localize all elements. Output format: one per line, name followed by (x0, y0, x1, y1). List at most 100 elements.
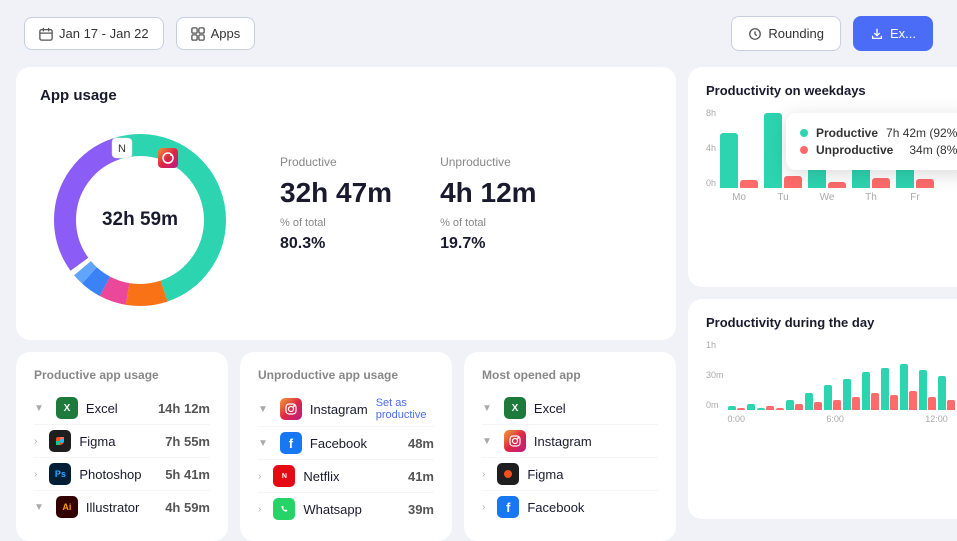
tooltip-productive-value: 7h 42m (92%) (886, 126, 957, 140)
rounding-button[interactable]: Rounding (731, 16, 841, 51)
day-bar-group (776, 408, 784, 410)
set-as-productive-button[interactable]: Set as productive (376, 397, 434, 421)
app-name: Photoshop (79, 467, 157, 482)
tooltip-unproductive-value: 34m (8%) (909, 143, 957, 157)
day-productive-bar (728, 406, 736, 410)
excel-icon: X (504, 397, 526, 419)
day-unproductive-bar (795, 404, 803, 410)
list-item: ▼ f Facebook 48m (258, 427, 434, 460)
day-productive-bar (824, 385, 832, 410)
day-bar-group (881, 368, 898, 410)
photoshop-icon: Ps (49, 463, 71, 485)
netflix-icon: N (273, 465, 295, 487)
app-name: Instagram (310, 402, 368, 417)
tooltip: Productive 7h 42m (92%) Unproductive 34m… (786, 113, 957, 170)
facebook-icon: f (280, 432, 302, 454)
apps-label: Apps (211, 26, 241, 41)
instagram-icon (280, 398, 302, 420)
day-unproductive-bar (909, 391, 917, 410)
day-bar-group (824, 385, 841, 410)
unproductive-stat: Unproductive 4h 12m % of total 19.7% (440, 155, 537, 253)
bar-group (720, 133, 758, 188)
unproductive-bar (872, 178, 890, 188)
day-chart-card: Productivity during the day 1h 30m 0m 0:… (688, 299, 957, 519)
bottom-panels: Productive app usage ▼ X Excel 14h 12m ›… (16, 352, 676, 541)
day-chart-area: 1h 30m 0m 0:00 6:00 12:00 18:00 24: (706, 340, 957, 424)
chevron-down-icon: ▼ (34, 502, 44, 513)
day-productive-bar (757, 408, 765, 410)
figma-icon (497, 463, 519, 485)
donut-chart: N (40, 120, 240, 320)
day-unproductive-bar (890, 395, 898, 410)
weekday-chart-card: Productivity on weekdays 8h 4h 0h MoTuWe… (688, 67, 957, 287)
x-label: Th (852, 192, 890, 203)
app-time: 39m (408, 502, 434, 517)
app-usage-title: App usage (40, 87, 240, 104)
productive-dot (800, 129, 808, 137)
day-productive-bar (919, 370, 927, 410)
day-productive-bar (805, 393, 813, 410)
calendar-icon (39, 27, 53, 41)
y-label: 0h (706, 178, 716, 188)
unproductive-app-list: Unproductive app usage ▼ Instagram Set a… (240, 352, 452, 541)
date-range-button[interactable]: Jan 17 - Jan 22 (24, 17, 164, 50)
productive-pct-label: % of total (280, 217, 392, 229)
chevron-right-icon: › (482, 502, 485, 513)
day-productive-bar (862, 372, 870, 410)
app-name: Illustrator (86, 500, 157, 515)
chevron-down-icon: ▼ (482, 436, 492, 447)
unproductive-stat-label: Unproductive (440, 155, 537, 169)
right-panel: Productivity on weekdays 8h 4h 0h MoTuWe… (688, 67, 957, 519)
day-bar-group (843, 379, 860, 410)
productive-bar (720, 133, 738, 188)
excel-icon: X (56, 397, 78, 419)
app-name: Figma (527, 467, 658, 482)
day-productive-bar (938, 376, 946, 410)
list-item: ▼ X Excel (482, 392, 658, 425)
day-bar-group (805, 393, 822, 410)
weekday-chart-title: Productivity on weekdays (706, 83, 957, 98)
list-item: › Ps Photoshop 5h 41m (34, 458, 210, 491)
day-unproductive-bar (814, 402, 822, 410)
productive-stat-value: 32h 47m (280, 177, 392, 209)
apps-button[interactable]: Apps (176, 17, 256, 50)
export-button[interactable]: Ex... (853, 16, 933, 51)
app-time: 7h 55m (165, 434, 210, 449)
export-label: Ex... (890, 26, 916, 41)
day-bar-group (728, 406, 745, 410)
unproductive-stat-value: 4h 12m (440, 177, 537, 209)
day-bar-group (862, 372, 879, 410)
unproductive-bar (784, 176, 802, 188)
list-item: ▼ Ai Illustrator 4h 59m (34, 491, 210, 523)
rounding-icon (748, 27, 762, 41)
day-unproductive-bar (766, 406, 774, 410)
app-name: Facebook (310, 436, 400, 451)
unproductive-bar (828, 182, 846, 188)
stats-container: Productive 32h 47m % of total 80.3% Unpr… (280, 155, 537, 253)
illustrator-icon: Ai (56, 496, 78, 518)
whatsapp-icon (273, 498, 295, 520)
tooltip-unproductive-row: Unproductive 34m (8%) (800, 143, 957, 157)
unproductive-pct: 19.7% (440, 235, 537, 253)
chevron-right-icon: › (34, 469, 37, 480)
day-bar-group (757, 406, 774, 410)
day-unproductive-bar (833, 400, 841, 410)
date-range-label: Jan 17 - Jan 22 (59, 26, 149, 41)
y-label: 8h (706, 108, 716, 118)
app-usage-card: App usage (16, 67, 676, 340)
chevron-right-icon: › (482, 469, 485, 480)
app-time: 4h 59m (165, 500, 210, 515)
app-time: 5h 41m (165, 467, 210, 482)
productive-pct: 80.3% (280, 235, 392, 253)
most-opened-title: Most opened app (482, 368, 658, 382)
unproductive-pct-label: % of total (440, 217, 537, 229)
chevron-down-icon: ▼ (258, 438, 268, 449)
app-time: 14h 12m (158, 401, 210, 416)
y-label: 0m (706, 400, 724, 410)
list-item: › f Facebook (482, 491, 658, 523)
day-productive-bar (843, 379, 851, 410)
x-label: Fr (896, 192, 934, 203)
top-bar: Jan 17 - Jan 22 Apps Rounding Ex... (0, 0, 957, 67)
x-label: 6:00 (826, 414, 844, 424)
facebook-icon: f (497, 496, 519, 518)
